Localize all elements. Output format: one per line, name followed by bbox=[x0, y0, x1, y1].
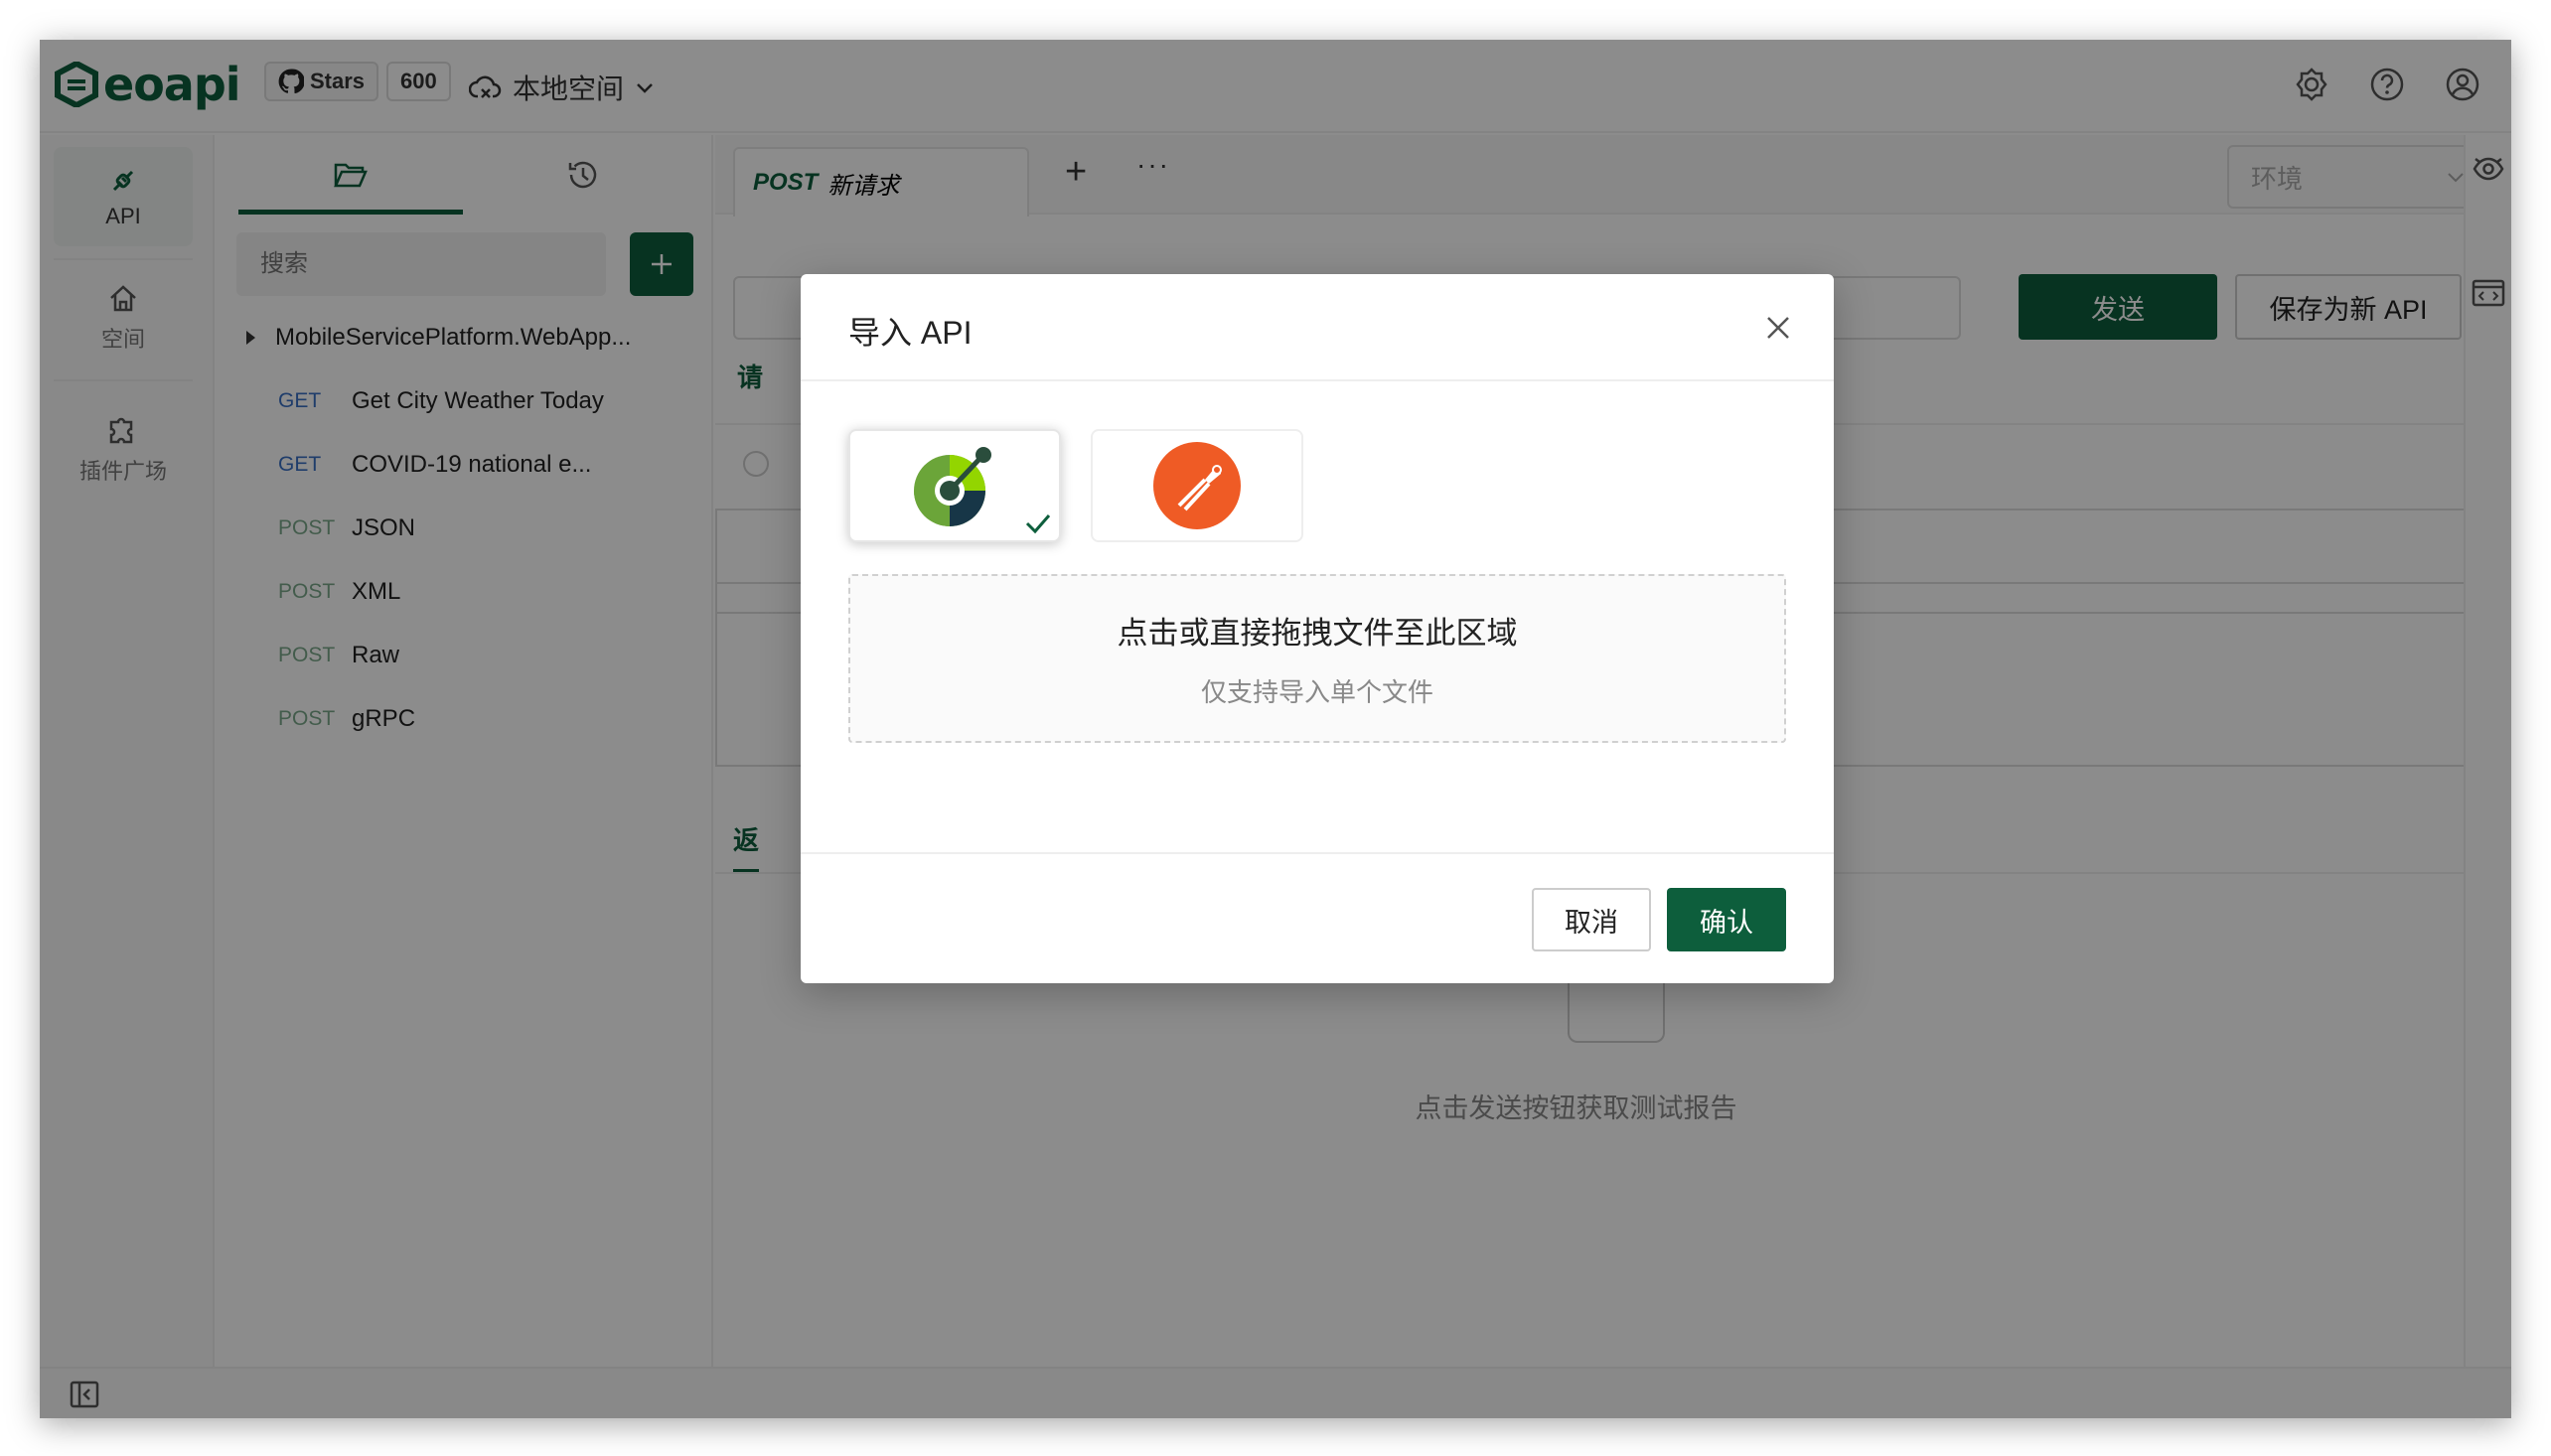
dialog-footer-divider bbox=[801, 852, 1834, 854]
format-postman[interactable] bbox=[1091, 429, 1303, 542]
close-icon[interactable] bbox=[1760, 310, 1796, 346]
app-window: eoapi Stars 600 本地空间 API 空间 插件广场 搜索 Mobi… bbox=[40, 40, 2511, 1418]
postman-logo-icon bbox=[1153, 442, 1241, 529]
file-dropzone[interactable]: 点击或直接拖拽文件至此区域 仅支持导入单个文件 bbox=[848, 574, 1786, 743]
openapi-logo-icon bbox=[914, 447, 991, 526]
dropzone-title: 点击或直接拖拽文件至此区域 bbox=[1117, 616, 1518, 651]
import-api-dialog: 导入 API 点击或直接拖拽文件至此区域 仅支持导入单个文件 取消 确认 bbox=[801, 274, 1834, 983]
cancel-button[interactable]: 取消 bbox=[1532, 888, 1651, 951]
dialog-title: 导入 API bbox=[848, 315, 973, 351]
format-openapi[interactable] bbox=[848, 429, 1061, 542]
dropzone-hint: 仅支持导入单个文件 bbox=[1200, 677, 1433, 707]
confirm-button[interactable]: 确认 bbox=[1667, 888, 1786, 951]
dialog-header: 导入 API bbox=[801, 274, 1834, 381]
checkmark-icon bbox=[1025, 514, 1051, 534]
import-format-list bbox=[848, 429, 1303, 542]
